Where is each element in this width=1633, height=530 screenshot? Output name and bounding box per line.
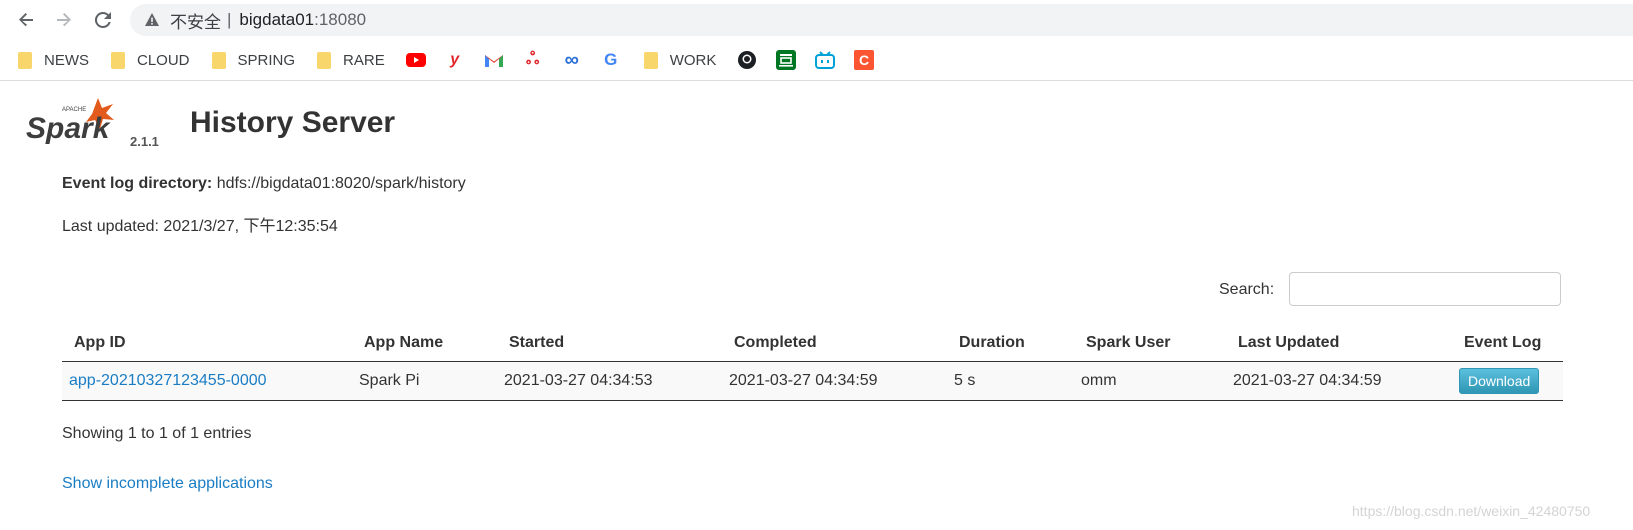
bookmark-folder-rare[interactable]: RARE	[317, 42, 385, 78]
spark-user-cell: omm	[1074, 361, 1226, 401]
bookmarks-bar: NEWS CLOUD SPRING RARE y ஃ ∞ G WORK C	[0, 42, 1633, 78]
svg-text:C: C	[859, 52, 869, 68]
infinity-icon[interactable]: ∞	[561, 49, 583, 71]
warning-icon	[144, 12, 160, 28]
csdn-icon[interactable]: C	[853, 49, 875, 71]
last-updated: Last updated: 2021/3/27, 下午12:35:54	[62, 218, 338, 235]
reload-icon[interactable]	[89, 6, 117, 34]
column-header-completed[interactable]: Completed	[722, 325, 947, 362]
column-header-app-id[interactable]: App ID	[62, 325, 352, 362]
app-name-cell: Spark Pi	[352, 361, 497, 401]
applications-table: App ID App Name Started Completed Durati…	[62, 325, 1563, 401]
folder-icon	[18, 51, 32, 69]
youtube-icon[interactable]	[405, 49, 427, 71]
google-icon[interactable]: G	[600, 49, 622, 71]
event-log-cell: Download	[1452, 361, 1563, 401]
table-row: app-20210327123455-0000 Spark Pi 2021-03…	[62, 361, 1563, 401]
last-updated-cell: 2021-03-27 04:34:59	[1226, 361, 1452, 401]
bookmark-folder-cloud[interactable]: CLOUD	[111, 42, 190, 78]
app-id-link[interactable]: app-20210327123455-0000	[69, 372, 267, 389]
folder-icon	[211, 51, 226, 69]
folder-icon	[643, 51, 658, 69]
logo-spark-text: Spark	[26, 112, 111, 145]
toolbar-divider	[0, 80, 1633, 81]
forward-icon[interactable]	[50, 6, 78, 34]
bilibili-icon[interactable]	[814, 49, 836, 71]
bookmark-folder-news[interactable]: NEWS	[18, 42, 89, 78]
started-cell: 2021-03-27 04:34:53	[497, 361, 722, 401]
bookmark-folder-spring[interactable]: SPRING	[211, 42, 296, 78]
app-id-cell: app-20210327123455-0000	[62, 361, 352, 401]
spark-logo[interactable]: APACHE Spark	[24, 96, 120, 146]
column-header-spark-user[interactable]: Spark User	[1074, 325, 1226, 362]
event-log-value: hdfs://bigdata01:8020/spark/history	[216, 175, 466, 192]
completed-cell: 2021-03-27 04:34:59	[722, 361, 947, 401]
duration-cell: 5 s	[947, 361, 1074, 401]
column-header-last-updated[interactable]: Last Updated	[1226, 325, 1452, 362]
douban-icon[interactable]	[775, 49, 797, 71]
url-host: bigdata01	[239, 10, 315, 29]
bookmark-label: NEWS	[44, 51, 89, 69]
event-log-directory: Event log directory: hdfs://bigdata01:80…	[62, 175, 466, 193]
search-label: Search:	[1219, 281, 1275, 298]
browser-toolbar: 不安全 | bigdata01:18080	[0, 0, 1633, 40]
page-title: History Server	[190, 106, 396, 139]
version-label: 2.1.1	[130, 134, 159, 149]
back-icon[interactable]	[12, 6, 40, 34]
watermark: https://blog.csdn.net/weixin_42480750	[1352, 503, 1591, 519]
column-header-started[interactable]: Started	[497, 325, 722, 362]
entries-info: Showing 1 to 1 of 1 entries	[62, 425, 252, 442]
bookmark-label: SPRING	[237, 51, 296, 69]
folder-icon	[111, 51, 125, 69]
column-header-event-log[interactable]: Event Log	[1452, 325, 1563, 362]
download-button[interactable]: Download	[1459, 368, 1540, 394]
bookmark-label: RARE	[343, 51, 385, 69]
separator: |	[227, 10, 232, 29]
column-header-duration[interactable]: Duration	[947, 325, 1074, 362]
security-label[interactable]: 不安全	[170, 8, 221, 33]
event-log-label: Event log directory:	[62, 175, 213, 192]
table-header-row: App ID App Name Started Completed Durati…	[62, 325, 1563, 362]
y-icon[interactable]: y	[444, 49, 466, 71]
gmail-icon[interactable]	[483, 49, 505, 71]
address-bar[interactable]: 不安全 | bigdata01:18080	[130, 4, 1633, 36]
github-icon[interactable]	[736, 49, 758, 71]
bookmark-label: WORK	[669, 51, 717, 69]
red-app-icon[interactable]: ஃ	[522, 49, 544, 71]
search-input[interactable]	[1289, 272, 1561, 306]
column-header-app-name[interactable]: App Name	[352, 325, 497, 362]
bookmark-folder-work[interactable]: WORK	[643, 42, 717, 78]
url-port: :18080	[314, 10, 367, 29]
folder-icon	[317, 51, 332, 69]
show-incomplete-link[interactable]: Show incomplete applications	[62, 475, 273, 493]
bookmark-label: CLOUD	[137, 51, 190, 69]
